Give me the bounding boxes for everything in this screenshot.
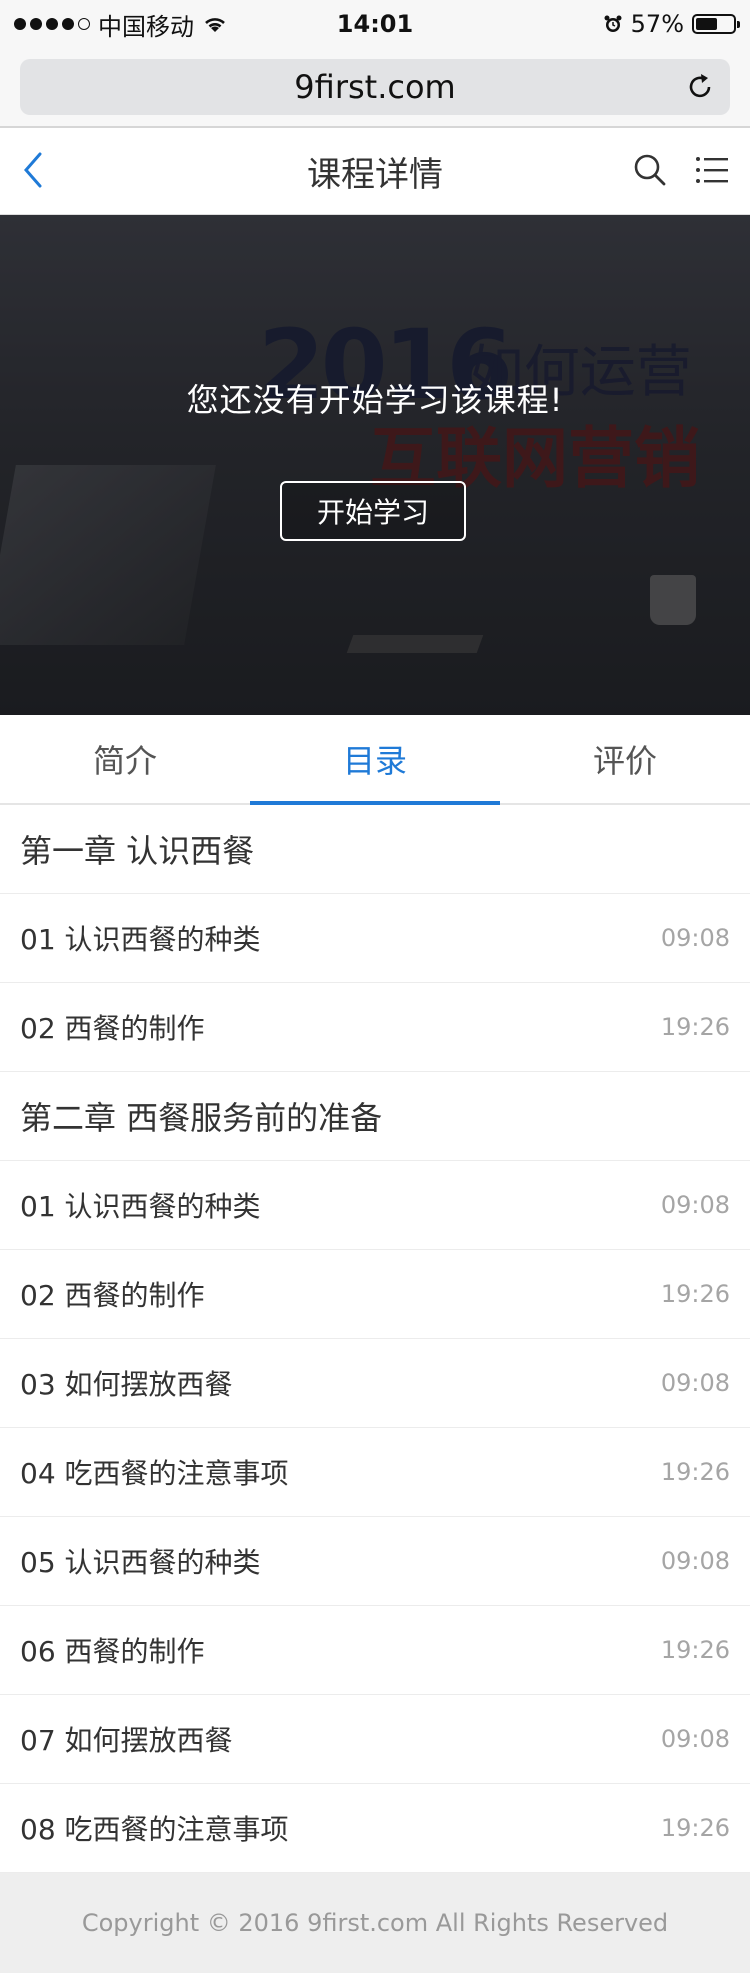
lesson-title: 07 如何摆放西餐 <box>20 1724 233 1757</box>
lesson-item[interactable]: 02 西餐的制作 19:26 <box>0 983 750 1072</box>
url-text: 9first.com <box>294 68 456 106</box>
address-field[interactable]: 9first.com <box>20 59 730 115</box>
chapter-heading: 第二章 西餐服务前的准备 <box>0 1072 750 1161</box>
lesson-title: 06 西餐的制作 <box>20 1635 205 1668</box>
lesson-title: 04 吃西餐的注意事项 <box>20 1457 289 1490</box>
lesson-title: 02 西餐的制作 <box>20 1012 205 1045</box>
lesson-item[interactable]: 08 吃西餐的注意事项 19:26 <box>0 1784 750 1873</box>
wifi-icon <box>205 18 225 32</box>
chapter-heading: 第一章 认识西餐 <box>0 805 750 894</box>
status-bar: 中国移动 14:01 57% <box>0 0 750 48</box>
course-tabs: 简介 目录 评价 <box>0 715 750 805</box>
copyright-text: Copyright © 2016 9first.com All Rights R… <box>81 1909 669 1937</box>
search-icon[interactable] <box>632 152 668 188</box>
lesson-title: 02 西餐的制作 <box>20 1279 205 1312</box>
course-banner: 2016 ,如何运营 互联网营销 您还没有开始学习该课程! 开始学习 <box>0 215 750 715</box>
lesson-duration: 09:08 <box>660 1725 730 1753</box>
browser-url-bar: 9first.com <box>0 48 750 128</box>
start-learning-button[interactable]: 开始学习 <box>280 481 466 541</box>
lesson-item[interactable]: 04 吃西餐的注意事项 19:26 <box>0 1428 750 1517</box>
lesson-item[interactable]: 07 如何摆放西餐 09:08 <box>0 1695 750 1784</box>
tab-catalog[interactable]: 目录 <box>250 715 500 803</box>
tab-reviews[interactable]: 评价 <box>500 715 750 803</box>
status-right: 57% <box>603 10 740 38</box>
lesson-item[interactable]: 06 西餐的制作 19:26 <box>0 1606 750 1695</box>
banner-overlay <box>0 215 750 715</box>
battery-icon <box>692 14 740 34</box>
footer: Copyright © 2016 9first.com All Rights R… <box>0 1873 750 1973</box>
lesson-item[interactable]: 01 认识西餐的种类 09:08 <box>0 1161 750 1250</box>
banner-message: 您还没有开始学习该课程! <box>186 381 564 419</box>
status-left: 中国移动 <box>14 7 228 42</box>
signal-strength-icon <box>14 18 90 30</box>
lesson-duration: 09:08 <box>660 1547 730 1575</box>
lesson-duration: 09:08 <box>660 924 730 952</box>
lesson-title: 08 吃西餐的注意事项 <box>20 1813 289 1846</box>
lesson-item[interactable]: 03 如何摆放西餐 09:08 <box>0 1339 750 1428</box>
battery-percent: 57% <box>630 10 684 38</box>
lesson-title: 01 认识西餐的种类 <box>20 923 261 956</box>
list-menu-icon[interactable] <box>694 152 730 188</box>
lesson-duration: 19:26 <box>660 1280 730 1308</box>
tab-intro[interactable]: 简介 <box>0 715 250 803</box>
lesson-duration: 19:26 <box>660 1013 730 1041</box>
battery-level <box>696 18 717 30</box>
lesson-duration: 19:26 <box>660 1814 730 1842</box>
carrier-name: 中国移动 <box>98 12 194 41</box>
lesson-duration: 09:08 <box>660 1369 730 1397</box>
lesson-item[interactable]: 05 认识西餐的种类 09:08 <box>0 1517 750 1606</box>
lesson-item[interactable]: 02 西餐的制作 19:26 <box>0 1250 750 1339</box>
alarm-icon <box>604 15 622 32</box>
lesson-title: 03 如何摆放西餐 <box>20 1368 233 1401</box>
lesson-duration: 19:26 <box>660 1636 730 1664</box>
page-header: 课程详情 <box>0 128 750 215</box>
active-tab-indicator <box>250 801 500 805</box>
lesson-duration: 09:08 <box>660 1191 730 1219</box>
page-title: 课程详情 <box>307 154 443 195</box>
course-catalog: 第一章 认识西餐 01 认识西餐的种类 09:08 02 西餐的制作 19:26… <box>0 805 750 1873</box>
lesson-title: 01 认识西餐的种类 <box>20 1190 261 1223</box>
reload-icon[interactable] <box>684 71 716 103</box>
lesson-duration: 19:26 <box>660 1458 730 1486</box>
back-chevron-icon[interactable] <box>18 150 48 190</box>
lesson-item[interactable]: 01 认识西餐的种类 09:08 <box>0 894 750 983</box>
lesson-title: 05 认识西餐的种类 <box>20 1546 261 1579</box>
